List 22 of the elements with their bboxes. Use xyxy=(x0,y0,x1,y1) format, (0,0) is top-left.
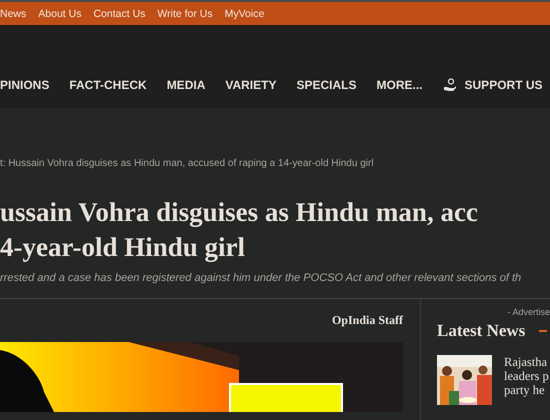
nav-link[interactable]: PINIONS xyxy=(0,78,50,92)
article-title: ussain Vohra disguises as Hindu man, acc xyxy=(0,196,479,229)
nav-link[interactable]: SPECIALS xyxy=(296,78,356,92)
section-heading: Latest News xyxy=(437,321,526,341)
breadcrumb: t: Hussain Vohra disguises as Hindu man, accused of raping a 14-year-old Hindu girl xyxy=(0,158,375,169)
news-headline[interactable]: Rajastha leaders p party he xyxy=(504,355,549,405)
hand-coin-icon xyxy=(442,78,457,92)
top-link[interactable]: Write for Us xyxy=(157,8,213,20)
nav-link[interactable]: FACT-CHECK xyxy=(69,78,147,92)
top-link[interactable]: MyVoice xyxy=(224,8,264,20)
nav-link[interactable]: MORE... xyxy=(376,78,423,92)
top-link[interactable]: About Us xyxy=(38,8,82,20)
article-subtitle: rrested and a case has been registered against him under the POCSO Act and other relevant sections of th xyxy=(0,272,522,284)
top-link[interactable]: Contact Us xyxy=(93,8,146,20)
article-title: 4-year-old Hindu girl xyxy=(0,231,246,264)
ad-label: - Advertise xyxy=(507,307,550,317)
nav-link[interactable]: MEDIA xyxy=(166,78,206,92)
author-name: OpIndia Staff xyxy=(332,313,403,328)
nav-link[interactable]: VARIETY xyxy=(225,78,276,92)
support-label: SUPPORT US xyxy=(464,78,543,92)
support-link[interactable]: SUPPORT US xyxy=(442,78,543,92)
top-link[interactable]: News xyxy=(0,8,26,20)
